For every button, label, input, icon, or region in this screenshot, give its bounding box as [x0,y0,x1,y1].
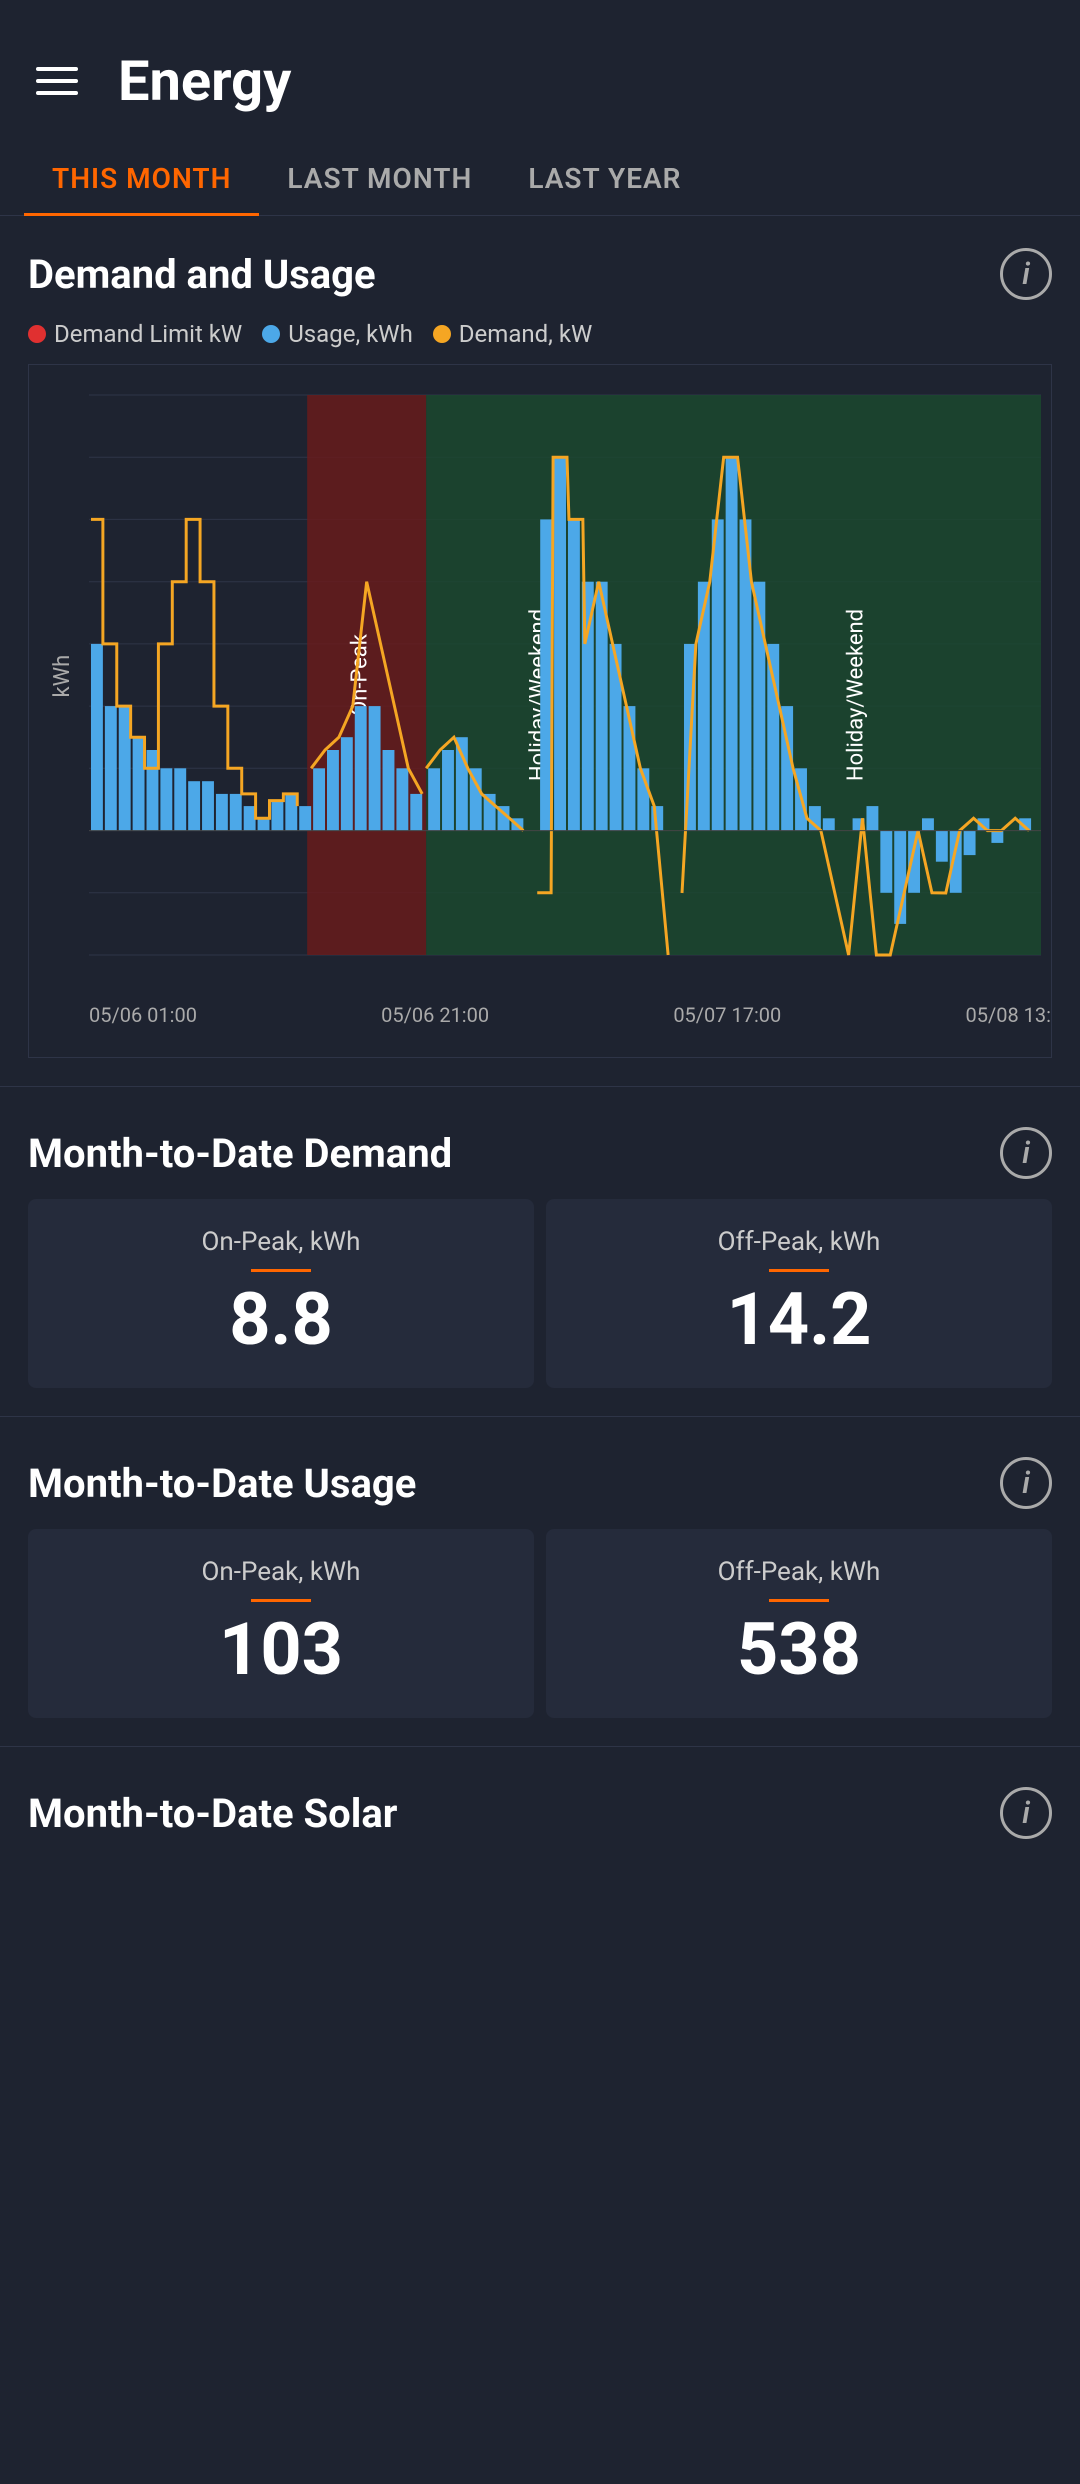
month-to-date-usage-section: Month-to-Date Usage i On-Peak, kWh 103 O… [0,1425,1080,1738]
demand-on-peak-card: On-Peak, kWh 8.8 [28,1199,534,1388]
demand-on-peak-label: On-Peak, kWh [202,1227,361,1257]
month-to-date-solar-header: Month-to-Date Solar i [28,1787,1052,1839]
usage-off-peak-underline [769,1599,829,1602]
demand-usage-info-button[interactable]: i [1000,248,1052,300]
y-axis-label: kWh [50,655,75,698]
legend-demand: Demand, kW [433,320,593,348]
month-to-date-demand-section: Month-to-Date Demand i On-Peak, kWh 8.8 … [0,1095,1080,1408]
usage-on-peak-value: 103 [219,1614,343,1686]
month-to-date-demand-info-button[interactable]: i [1000,1127,1052,1179]
month-to-date-solar-info-button[interactable]: i [1000,1787,1052,1839]
demand-usage-chart: kWh 14 12 10 8 6 4 [28,364,1052,1058]
chart-area: kWh 14 12 10 8 6 4 [89,375,1041,995]
demand-usage-header: Demand and Usage i [28,248,1052,300]
demand-off-peak-underline [769,1269,829,1272]
usage-on-peak-card: On-Peak, kWh 103 [28,1529,534,1718]
chart-svg: 14 12 10 8 6 4 2 0 -2 -4 [89,375,1041,995]
month-to-date-usage-info-button[interactable]: i [1000,1457,1052,1509]
tab-last-year[interactable]: LAST YEAR [500,142,709,215]
demand-on-peak-underline [251,1269,311,1272]
usage-on-peak-label: On-Peak, kWh [202,1557,361,1587]
x-axis-labels: 05/06 01:00 05/06 21:00 05/07 17:00 05/0… [29,995,1051,1027]
chart-legend: Demand Limit kW Usage, kWh Demand, kW [28,320,1052,348]
tab-bar: THIS MONTH LAST MONTH LAST YEAR [0,142,1080,216]
demand-usage-title: Demand and Usage [28,251,376,298]
tab-last-month[interactable]: LAST MONTH [259,142,500,215]
month-to-date-usage-header: Month-to-Date Usage i [28,1457,1052,1509]
usage-stats-grid: On-Peak, kWh 103 Off-Peak, kWh 538 [28,1529,1052,1718]
month-to-date-solar-title: Month-to-Date Solar [28,1790,397,1837]
legend-dot-usage [262,325,280,343]
month-to-date-demand-header: Month-to-Date Demand i [28,1127,1052,1179]
legend-dot-demand [433,325,451,343]
demand-usage-section: Demand and Usage i Demand Limit kW Usage… [0,216,1080,1078]
demand-off-peak-value: 14.2 [727,1284,872,1356]
legend-demand-limit: Demand Limit kW [28,320,242,348]
header: Energy [0,0,1080,142]
month-to-date-solar-section: Month-to-Date Solar i [0,1755,1080,1879]
month-to-date-demand-title: Month-to-Date Demand [28,1130,452,1177]
legend-dot-demand-limit [28,325,46,343]
usage-off-peak-value: 538 [737,1614,861,1686]
usage-on-peak-underline [251,1599,311,1602]
demand-off-peak-card: Off-Peak, kWh 14.2 [546,1199,1052,1388]
page-title: Energy [118,48,291,114]
hamburger-menu-button[interactable] [36,67,78,95]
svg-text:Holiday/Weekend: Holiday/Weekend [844,609,869,781]
usage-off-peak-label: Off-Peak, kWh [718,1557,881,1587]
tab-this-month[interactable]: THIS MONTH [24,142,259,215]
legend-usage: Usage, kWh [262,320,413,348]
demand-off-peak-label: Off-Peak, kWh [718,1227,881,1257]
month-to-date-usage-title: Month-to-Date Usage [28,1460,416,1507]
demand-on-peak-value: 8.8 [229,1284,333,1356]
demand-stats-grid: On-Peak, kWh 8.8 Off-Peak, kWh 14.2 [28,1199,1052,1388]
usage-off-peak-card: Off-Peak, kWh 538 [546,1529,1052,1718]
